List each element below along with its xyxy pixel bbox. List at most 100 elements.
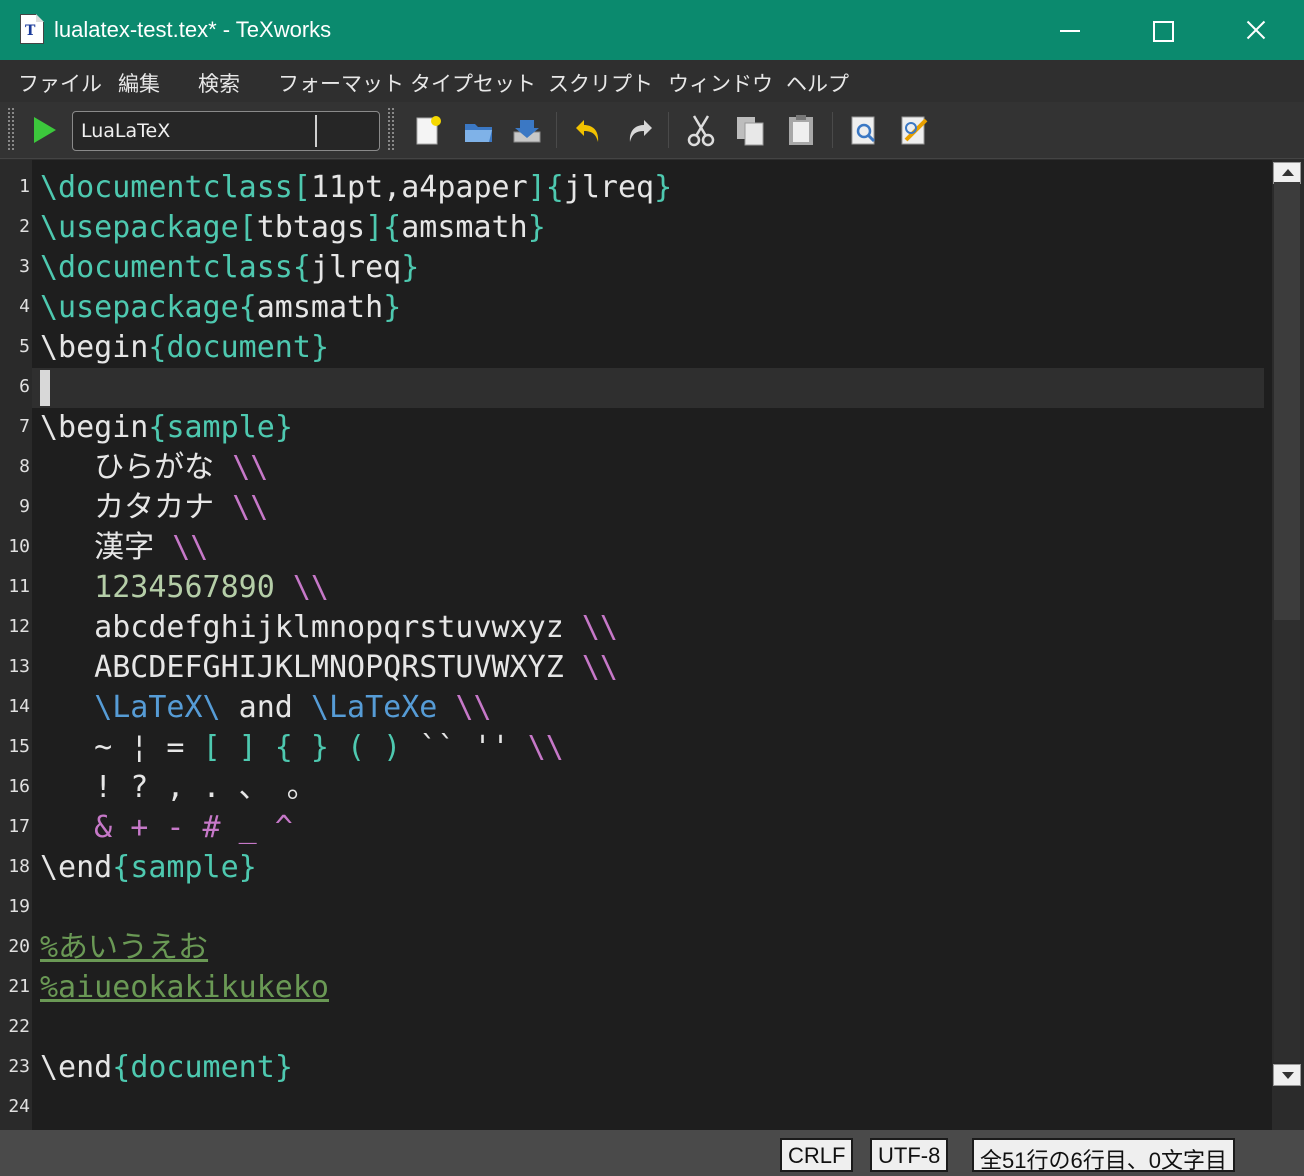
- maximize-button[interactable]: [1116, 0, 1208, 60]
- code-token: \\: [455, 690, 492, 725]
- code-line[interactable]: \begin{document}: [40, 328, 329, 368]
- code-line[interactable]: 漢字 \\: [40, 528, 208, 568]
- minimize-button[interactable]: [1024, 0, 1116, 60]
- code-line[interactable]: abcdefghijklmnopqrstuvwxyz \\: [40, 608, 618, 648]
- scrollbar-track[interactable]: [1274, 620, 1300, 1062]
- paste-button[interactable]: [784, 112, 818, 148]
- save-icon: [513, 120, 541, 143]
- code-line[interactable]: ~ ¦ = [ ] { } ( ) `` '' \\: [40, 728, 564, 768]
- copy-button[interactable]: [734, 112, 768, 148]
- open-button[interactable]: [462, 112, 496, 148]
- line-number: 17: [8, 816, 30, 837]
- engine-select[interactable]: LuaLaTeX: [72, 111, 380, 151]
- code-token: }: [401, 250, 420, 285]
- code-line[interactable]: カタカナ \\: [40, 488, 268, 528]
- line-number: 19: [8, 896, 30, 917]
- save-button[interactable]: [510, 112, 544, 148]
- code-token: %aiueokakikukeko: [40, 970, 329, 1005]
- line-number: 23: [8, 1056, 30, 1077]
- code-line[interactable]: \usepackage[tbtags]{amsmath}: [40, 208, 546, 248]
- menu-scripts[interactable]: スクリプト: [548, 68, 653, 98]
- code-line[interactable]: \end{document}: [40, 1048, 293, 1088]
- code-line[interactable]: \end{sample}: [40, 848, 257, 888]
- find-icon: [851, 116, 876, 145]
- code-line[interactable]: 1234567890 \\: [40, 568, 329, 608]
- menu-window[interactable]: ウィンドウ: [668, 68, 773, 98]
- code-token: jlreq: [310, 250, 402, 285]
- close-button[interactable]: [1208, 0, 1300, 60]
- typeset-button[interactable]: [28, 114, 60, 146]
- code-token: \\: [232, 490, 269, 525]
- cut-button[interactable]: [684, 112, 718, 148]
- replace-button[interactable]: [898, 112, 932, 148]
- code-line[interactable]: %あいうえお: [40, 928, 208, 968]
- line-number: 21: [8, 976, 30, 997]
- minimize-icon: [1060, 30, 1080, 32]
- scrollbar-thumb[interactable]: [1274, 182, 1300, 620]
- line-number: 1: [19, 176, 30, 197]
- line-ending-indicator[interactable]: CRLF: [780, 1138, 854, 1172]
- scroll-down-button[interactable]: [1273, 1064, 1301, 1086]
- encoding-indicator[interactable]: UTF-8: [870, 1138, 949, 1172]
- code-line[interactable]: ! ? , . 、 。: [40, 768, 317, 808]
- toolbar: LuaLaTeX: [0, 102, 1304, 159]
- typeset-play-icon: [34, 117, 56, 143]
- code-token: ]{: [527, 170, 564, 205]
- menu-file[interactable]: ファイル: [18, 68, 102, 98]
- menu-typeset[interactable]: タイプセット: [410, 68, 536, 98]
- code-token: 1234567890: [40, 570, 293, 605]
- engine-value: LuaLaTeX: [81, 120, 171, 142]
- code-line[interactable]: \LaTeX\ and \LaTeXe \\: [40, 688, 492, 728]
- code-token: }: [274, 410, 293, 445]
- code-editor[interactable]: 1 2 3 4 5 6 7 8 9 10 11 12 13 14 15 16 17 18 19 20 21 22 23 24 …: [0, 160, 1272, 1130]
- scroll-up-button[interactable]: [1273, 162, 1301, 184]
- code-token: [: [292, 170, 311, 205]
- code-token: \\: [581, 650, 618, 685]
- code-token: sample: [166, 410, 275, 445]
- menu-search[interactable]: 検索: [198, 68, 240, 98]
- menu-edit[interactable]: 編集: [118, 68, 160, 98]
- code-line[interactable]: %aiueokakikukeko: [40, 968, 329, 1008]
- menu-help[interactable]: ヘルプ: [786, 68, 849, 98]
- code-token: カタカナ: [40, 490, 233, 525]
- vertical-scrollbar[interactable]: [1272, 160, 1304, 1130]
- code-token: \\: [292, 570, 329, 605]
- code-line[interactable]: \begin{sample}: [40, 408, 293, 448]
- code-token: ! ? , . 、 。: [40, 770, 317, 805]
- replace-icon: [901, 116, 928, 145]
- code-token: amsmath: [401, 210, 528, 245]
- code-token: {: [238, 290, 257, 325]
- code-token: \\: [232, 450, 269, 485]
- new-document-icon: [416, 116, 441, 145]
- code-line[interactable]: \usepackage{amsmath}: [40, 288, 401, 328]
- code-line[interactable]: ひらがな \\: [40, 448, 268, 488]
- code-token: }: [310, 330, 329, 365]
- code-line[interactable]: \documentclass[11pt,a4paper]{jlreq}: [40, 168, 672, 208]
- undo-button[interactable]: [572, 112, 606, 148]
- line-number: 5: [19, 336, 30, 357]
- line-number: 24: [8, 1096, 30, 1117]
- title-bar: T lualatex-test.tex* - TeXworks: [0, 0, 1304, 60]
- toolbar-separator: [832, 112, 833, 148]
- code-token: }: [238, 850, 257, 885]
- code-token: \usepackage: [40, 290, 239, 325]
- toolbar-grip-2[interactable]: [388, 108, 394, 150]
- line-number: 6: [19, 376, 30, 397]
- code-line[interactable]: & + - # _ ^: [40, 808, 293, 848]
- line-number: 10: [8, 536, 30, 557]
- find-button[interactable]: [848, 112, 882, 148]
- new-document-button[interactable]: [412, 112, 446, 148]
- code-token: ひらがな: [40, 450, 233, 485]
- code-token: \LaTeX\: [94, 690, 221, 725]
- code-line[interactable]: \documentclass{jlreq}: [40, 248, 419, 288]
- redo-button[interactable]: [622, 112, 656, 148]
- code-token: ]{: [365, 210, 402, 245]
- code-token: 漢字: [40, 530, 173, 565]
- code-token: {: [112, 1050, 131, 1085]
- toolbar-grip[interactable]: [8, 108, 14, 150]
- menu-format[interactable]: フォーマット: [278, 68, 404, 98]
- code-line[interactable]: ABCDEFGHIJKLMNOPQRSTUVWXYZ \\: [40, 648, 618, 688]
- code-token: \\: [527, 730, 564, 765]
- paste-icon: [789, 115, 813, 145]
